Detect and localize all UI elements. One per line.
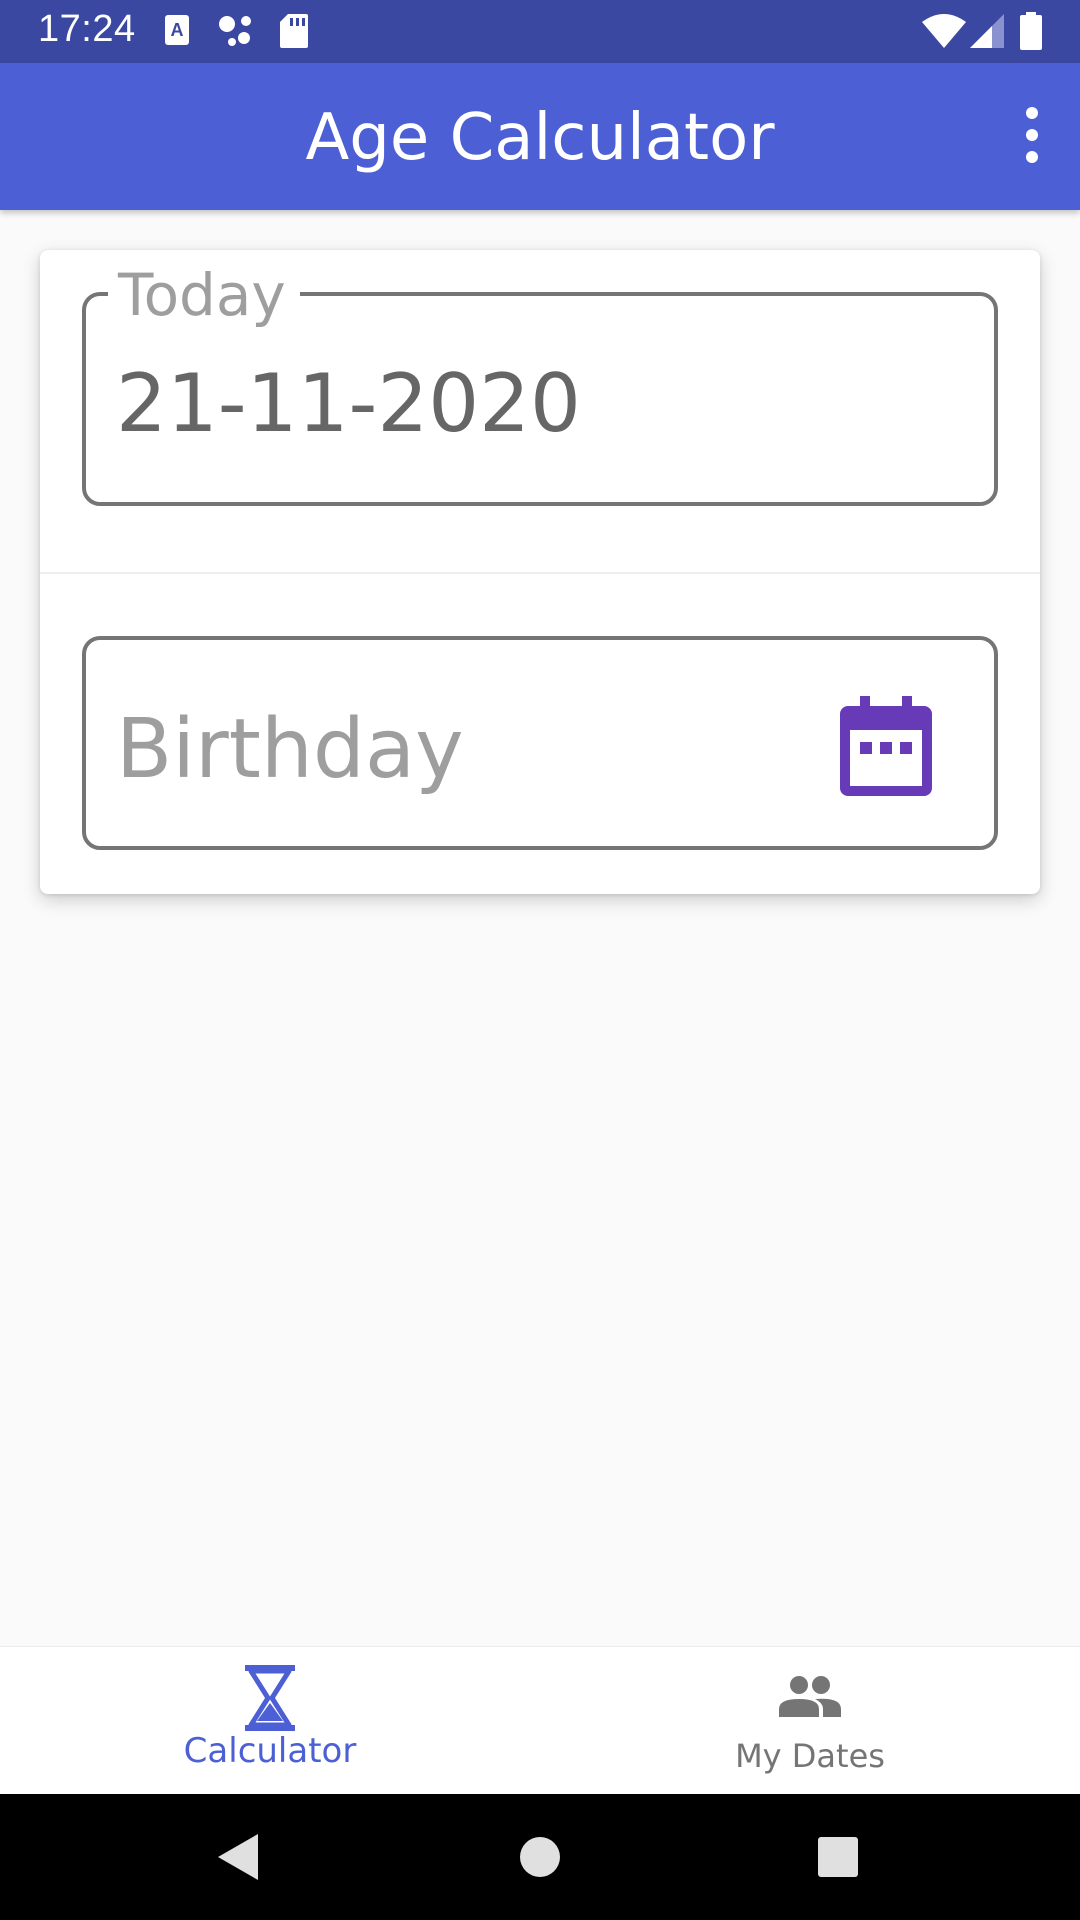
home-icon	[520, 1837, 560, 1877]
a-notification-icon: A	[164, 14, 190, 50]
today-label: Today	[108, 262, 300, 328]
recents-button[interactable]	[803, 1822, 873, 1892]
status-time: 17:24	[38, 8, 136, 50]
people-icon	[779, 1676, 841, 1717]
assistant-dots-icon	[218, 14, 254, 52]
app-title: Age Calculator	[305, 101, 775, 175]
sd-card-icon	[280, 14, 308, 52]
birthday-field[interactable]: Birthday	[82, 636, 998, 850]
more-vert-icon	[1026, 107, 1038, 163]
nav-label-calculator: Calculator	[183, 1731, 357, 1771]
back-icon	[218, 1834, 258, 1880]
status-bar: 17:24 A	[0, 0, 1080, 63]
cell-signal-icon	[970, 14, 1004, 52]
nav-item-calculator[interactable]: Calculator	[0, 1647, 540, 1795]
recents-icon	[818, 1837, 858, 1877]
svg-text:A: A	[171, 20, 184, 40]
back-button[interactable]	[204, 1822, 274, 1892]
date-input-card: Today 21-11-2020 Birthday	[40, 250, 1040, 894]
today-field[interactable]: Today 21-11-2020	[82, 262, 998, 506]
today-value: 21-11-2020	[116, 357, 581, 450]
overflow-menu-button[interactable]	[1000, 99, 1064, 171]
nav-item-my-dates[interactable]: My Dates	[540, 1647, 1080, 1795]
hourglass-icon	[245, 1665, 295, 1731]
nav-label-my-dates: My Dates	[735, 1737, 885, 1775]
system-navigation-bar	[0, 1794, 1080, 1920]
app-bar: Age Calculator	[0, 63, 1080, 210]
screen: 17:24 A Age Calculator Today 21-11-2020 …	[0, 0, 1080, 1920]
home-button[interactable]	[505, 1822, 575, 1892]
birthday-placeholder: Birthday	[116, 702, 464, 797]
bottom-navigation: Calculator My Dates	[0, 1646, 1080, 1794]
battery-icon	[1020, 12, 1042, 54]
card-divider	[40, 572, 1040, 574]
calendar-button[interactable]	[840, 696, 932, 796]
calendar-icon	[840, 696, 932, 796]
wifi-icon	[922, 14, 966, 52]
